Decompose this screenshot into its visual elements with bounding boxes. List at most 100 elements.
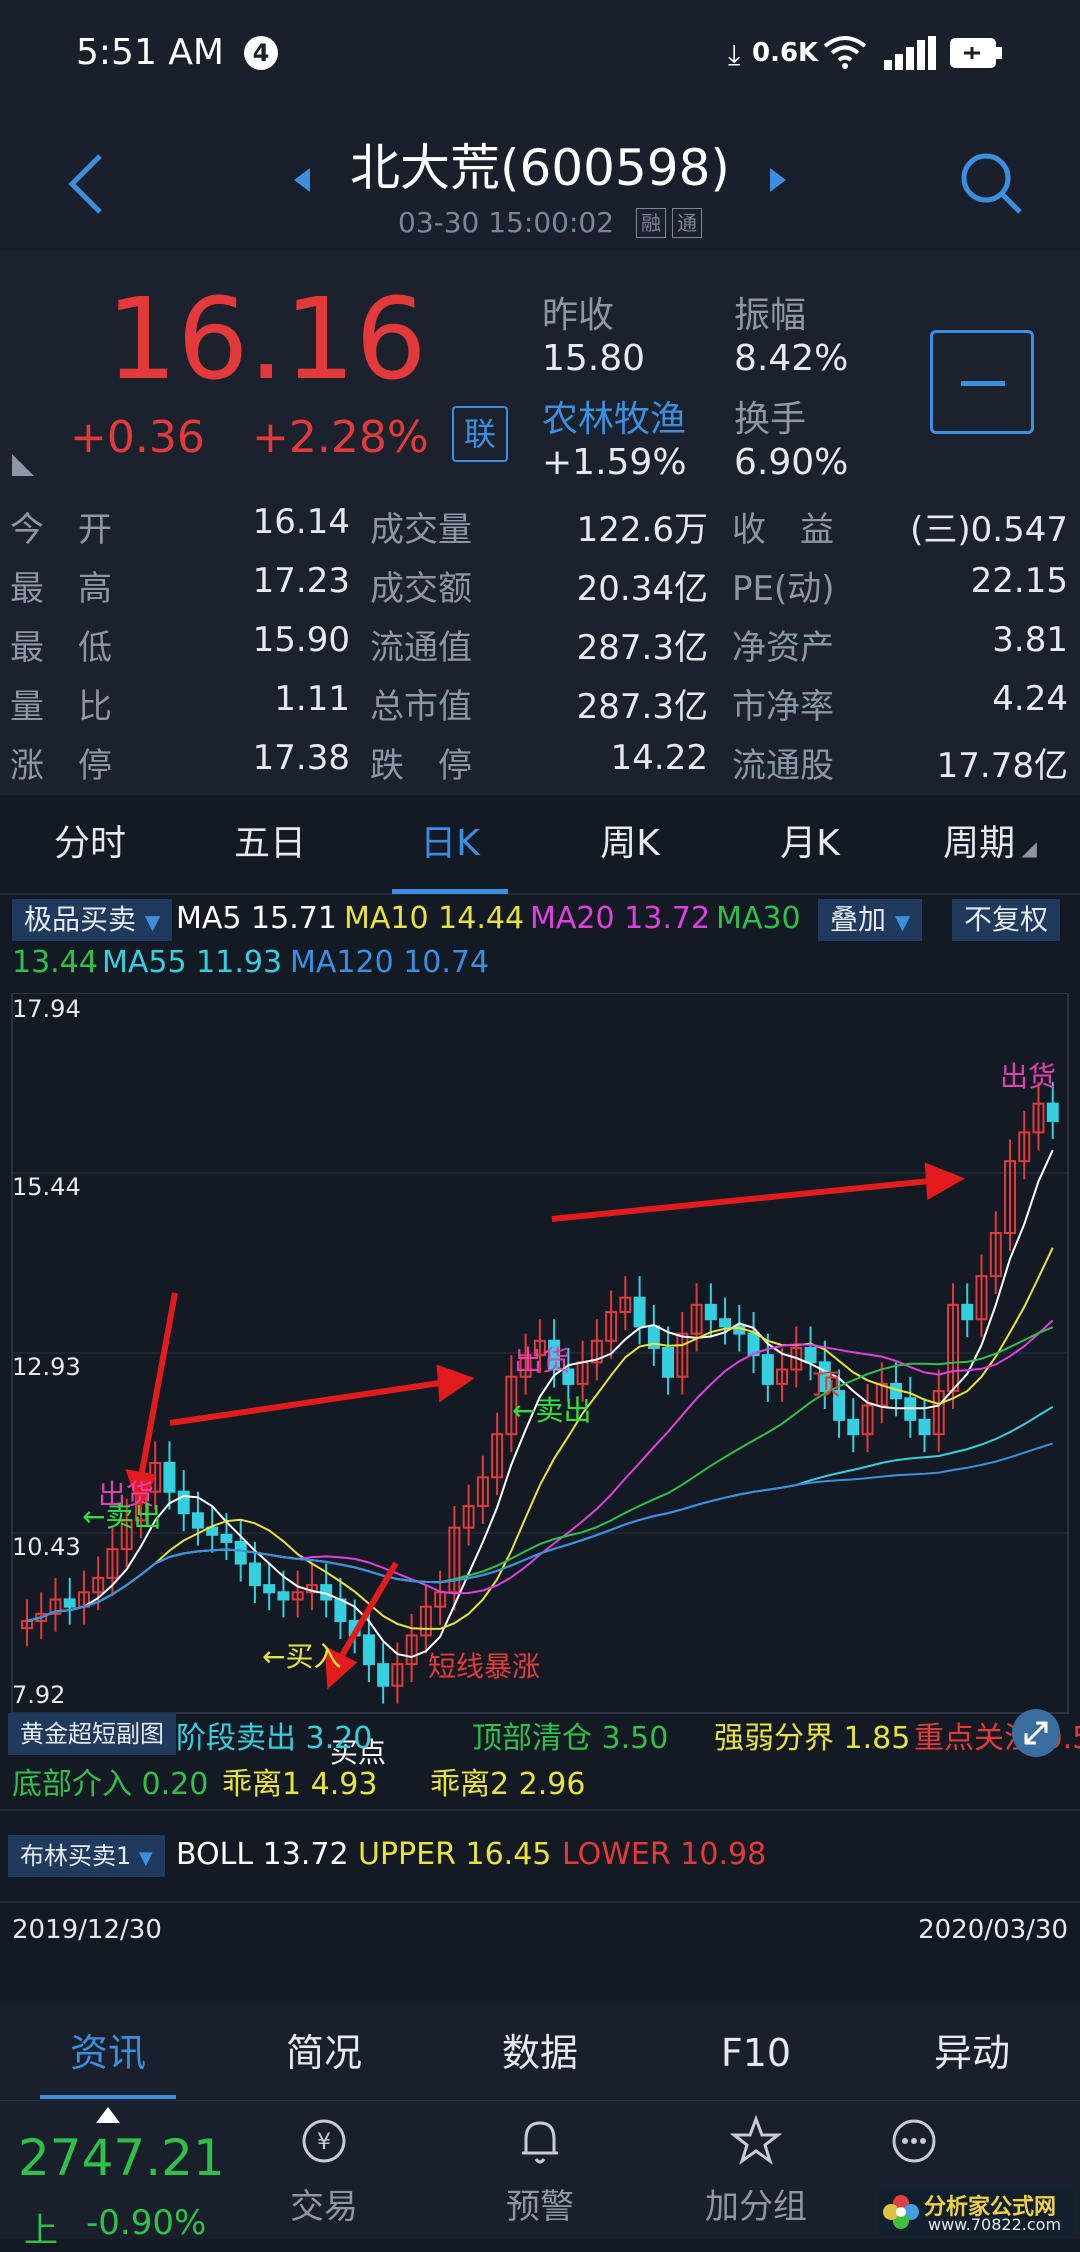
overlay-select[interactable]: 叠加 ▼ xyxy=(818,899,923,941)
ma5-text: MA5 15.71 xyxy=(176,901,337,936)
stock-header: 北大荒(600598) 03-30 15:00:02 融 通 xyxy=(0,110,1080,250)
prev-close-value: 15.80 xyxy=(542,338,646,379)
sector-name[interactable]: 农林牧渔 xyxy=(542,390,686,442)
overlay-label: 叠加 xyxy=(830,903,887,936)
nav-trade[interactable]: ¥ 交易 xyxy=(216,2101,432,2240)
prev-close-label: 昨收 xyxy=(542,295,615,336)
chevron-down-icon: ▼ xyxy=(138,1848,153,1869)
candle xyxy=(234,1540,247,1565)
sell-arrow-label-1: ←卖出 xyxy=(82,1500,162,1533)
candle xyxy=(362,1634,375,1666)
tab-five-day[interactable]: 五日 xyxy=(180,795,360,893)
tab-daily-k[interactable]: 日K xyxy=(360,795,540,893)
candle xyxy=(918,1418,931,1436)
back-icon[interactable] xyxy=(66,152,106,216)
upper-text: UPPER 16.45 xyxy=(358,1837,552,1872)
candle xyxy=(804,1346,817,1364)
stat-label: 跌 停 xyxy=(370,746,472,786)
index-value[interactable]: 2747.21 xyxy=(18,2129,225,2187)
stat-label: 成交量 xyxy=(370,510,472,550)
divider xyxy=(0,1901,1080,1903)
stat-value: (三)0.547 xyxy=(910,510,1068,550)
next-stock-icon[interactable] xyxy=(768,166,788,194)
ma55-text: MA55 11.93 xyxy=(102,945,283,980)
main-indicator-select[interactable]: 极品买卖 ▼ xyxy=(12,899,173,941)
tab-profile[interactable]: 简况 xyxy=(216,2003,432,2103)
candle xyxy=(1046,1102,1059,1122)
date-end: 2020/03/30 xyxy=(918,1915,1068,1945)
tab-f10[interactable]: F10 xyxy=(648,2003,864,2103)
chevron-down-icon: ▼ xyxy=(894,910,911,934)
ma20-text: MA20 13.72 xyxy=(530,901,711,936)
stat-label: 流通值 xyxy=(370,628,472,668)
sub-indicator-select[interactable]: 黄金超短副图 xyxy=(8,1713,176,1755)
y-tick-3: 12.93 xyxy=(12,1353,81,1381)
nav-alert[interactable]: 预警 xyxy=(432,2101,648,2240)
sell-signal-label-2: 出货 xyxy=(514,1344,571,1377)
stat-label: PE(动) xyxy=(732,569,835,609)
corner-triangle-icon xyxy=(12,454,34,476)
trade-icon: ¥ xyxy=(302,2119,346,2163)
svg-text:¥: ¥ xyxy=(317,2130,331,2155)
tab-anomaly[interactable]: 异动 xyxy=(864,2003,1080,2103)
candle xyxy=(277,1591,290,1601)
amplitude-label: 振幅 xyxy=(734,295,807,336)
price-change: +0.36 xyxy=(70,412,205,463)
candle xyxy=(704,1303,717,1321)
sub-indicator-item: 阶段卖出 3.20 xyxy=(176,1721,373,1756)
ma120-line xyxy=(26,1442,1054,1622)
stat-value: 122.6万 xyxy=(576,510,708,550)
last-price: 16.16 xyxy=(106,275,427,405)
stat-value: 22.15 xyxy=(970,561,1068,601)
linked-button[interactable]: 联 xyxy=(452,406,508,462)
active-tab-indicator xyxy=(40,2095,176,2099)
sub-indicator-item: 底部介入 0.20 xyxy=(12,1767,209,1802)
star-icon xyxy=(729,2114,783,2165)
prev-stock-icon[interactable] xyxy=(292,166,312,194)
boll-indicator-select[interactable]: 布林买卖1 ▼ xyxy=(8,1835,165,1877)
index-name: 上 xyxy=(24,2211,58,2251)
sell-signal-label-3: 出货 xyxy=(1000,1060,1057,1093)
stat-value: 287.3亿 xyxy=(576,687,708,727)
stock-title: 北大荒(600598) xyxy=(350,139,730,197)
nav-alert-label: 预警 xyxy=(506,2187,574,2227)
stat-value: 17.38 xyxy=(252,738,350,778)
flower-logo-icon xyxy=(883,2195,919,2229)
ma120-text: MA120 10.74 xyxy=(290,945,490,980)
index-change: -0.90% xyxy=(86,2203,207,2243)
candle xyxy=(662,1346,675,1378)
candle xyxy=(847,1418,860,1436)
stat-label: 收 益 xyxy=(732,510,834,550)
arrow-3 xyxy=(551,1178,931,1222)
stat-value: 16.14 xyxy=(252,502,350,542)
collapse-button[interactable] xyxy=(930,330,1034,434)
tab-period-label: 周期 xyxy=(943,823,1016,864)
tab-period[interactable]: 周期 ◢ xyxy=(900,795,1080,893)
search-icon[interactable] xyxy=(958,150,1024,216)
nav-add-group[interactable]: 加分组 xyxy=(648,2101,864,2240)
arrow-2 xyxy=(169,1380,441,1426)
price-change-pct: +2.28% xyxy=(252,412,429,463)
notification-count-badge: 4 xyxy=(244,36,278,70)
arrow-head-2 xyxy=(436,1364,475,1403)
tab-monthly-k[interactable]: 月K xyxy=(720,795,900,893)
tab-data[interactable]: 数据 xyxy=(432,2003,648,2103)
stat-label: 最 高 xyxy=(10,569,112,609)
sector-change: +1.59% xyxy=(542,442,687,483)
bottom-nav: 2747.21 上 -0.90% ¥ 交易 预警 加分组 分析家公式网 www.… xyxy=(0,2100,1080,2251)
tab-intraday[interactable]: 分时 xyxy=(0,795,180,893)
candle xyxy=(377,1663,390,1687)
adjust-select[interactable]: 不复权 xyxy=(952,899,1061,941)
annotation-arrows xyxy=(125,1162,965,1690)
stat-value: 15.90 xyxy=(252,620,350,660)
stat-label: 总市值 xyxy=(370,687,472,727)
expand-button[interactable] xyxy=(1012,1709,1060,1757)
candle xyxy=(633,1296,646,1328)
tab-weekly-k[interactable]: 周K xyxy=(540,795,720,893)
candle xyxy=(961,1303,974,1321)
tab-news[interactable]: 资讯 xyxy=(0,2003,216,2103)
signal-icon xyxy=(884,36,936,70)
net-speed: 0.6K xyxy=(752,38,819,68)
index-up-icon xyxy=(96,2107,120,2123)
nav-trade-label: 交易 xyxy=(290,2187,358,2227)
